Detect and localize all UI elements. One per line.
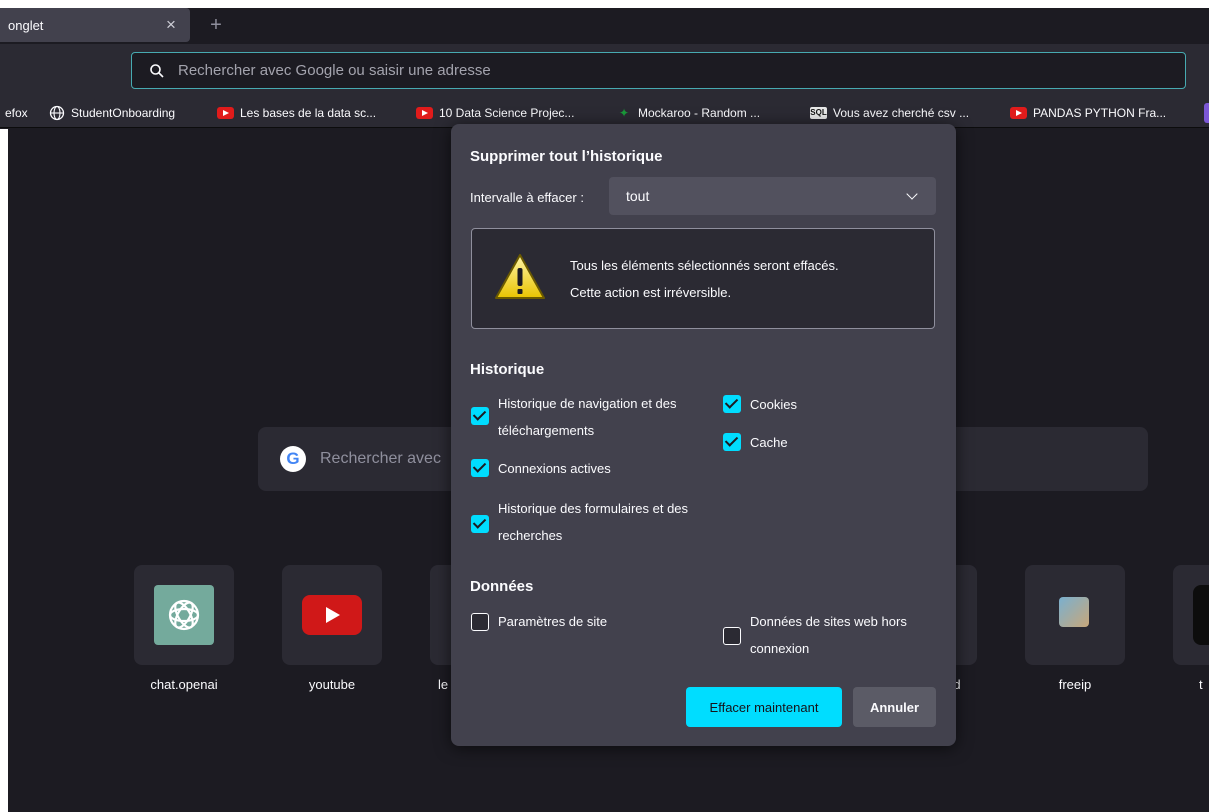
browsing-history-checkbox[interactable] bbox=[471, 407, 489, 425]
active-logins-checkbox[interactable] bbox=[471, 459, 489, 477]
google-icon: G bbox=[280, 446, 306, 472]
top-site-tile[interactable] bbox=[1025, 565, 1125, 665]
data-section-title: Données bbox=[470, 578, 534, 595]
bookmark-item[interactable]: SQL Vous avez cherché csv ... bbox=[810, 105, 969, 121]
newtab-search-placeholder: Rechercher avec bbox=[320, 450, 441, 467]
top-site-label: t bbox=[1199, 677, 1203, 692]
form-history-label-line2[interactable]: recherches bbox=[498, 522, 562, 549]
browsing-history-label[interactable]: Historique de navigation et des bbox=[498, 390, 677, 417]
bookmark-label: Mockaroo - Random ... bbox=[638, 106, 761, 120]
offline-data-checkbox[interactable] bbox=[723, 627, 741, 645]
url-bar[interactable]: Rechercher avec Google ou saisir une adr… bbox=[131, 52, 1186, 89]
bookmark-label: Vous avez cherché csv ... bbox=[833, 106, 970, 120]
window-top-edge bbox=[0, 0, 1209, 8]
warning-icon bbox=[494, 253, 546, 301]
time-range-label: Intervalle à effacer : bbox=[470, 190, 584, 205]
youtube-icon bbox=[217, 107, 234, 119]
chevron-down-icon bbox=[906, 188, 918, 200]
top-site-label: chat.openai bbox=[150, 677, 218, 692]
bookmark-item[interactable]: StudentOnboarding bbox=[49, 105, 175, 121]
top-site-tile[interactable] bbox=[282, 565, 382, 665]
clear-history-dialog: Supprimer tout l’historique Intervalle à… bbox=[451, 124, 956, 746]
google-letter: G bbox=[286, 449, 300, 468]
bookmark-folder-icon[interactable] bbox=[1204, 103, 1209, 123]
site-settings-checkbox[interactable] bbox=[471, 613, 489, 631]
window-left-edge bbox=[0, 129, 8, 812]
site-settings-label[interactable]: Paramètres de site bbox=[498, 608, 607, 635]
bookmark-item[interactable]: Les bases de la data sc... bbox=[217, 105, 376, 121]
sql-icon: SQL bbox=[810, 107, 827, 119]
form-history-checkbox[interactable] bbox=[471, 515, 489, 533]
freeip-icon bbox=[1059, 597, 1089, 627]
cookies-checkbox[interactable] bbox=[723, 395, 741, 413]
bookmark-label: PANDAS PYTHON Fra... bbox=[1033, 106, 1167, 120]
tab-title: onglet bbox=[8, 17, 44, 33]
bookmark-item[interactable]: efox bbox=[5, 105, 28, 121]
bookmark-label: efox bbox=[5, 106, 28, 120]
tab-bar: onglet × + bbox=[0, 8, 1209, 44]
globe-icon bbox=[49, 105, 65, 121]
bookmark-label: 10 Data Science Projec... bbox=[439, 106, 575, 120]
clear-now-button[interactable]: Effacer maintenant bbox=[686, 687, 842, 727]
close-icon[interactable]: × bbox=[162, 15, 180, 35]
top-site-tile[interactable] bbox=[1173, 565, 1209, 665]
offline-data-label[interactable]: Données de sites web hors bbox=[750, 608, 907, 635]
youtube-icon bbox=[1010, 107, 1027, 119]
time-range-value: tout bbox=[626, 188, 650, 204]
bookmark-item[interactable]: 10 Data Science Projec... bbox=[416, 105, 574, 121]
plus-icon[interactable]: + bbox=[207, 15, 225, 35]
mockaroo-icon: ✦ bbox=[618, 106, 630, 120]
history-section-title: Historique bbox=[470, 361, 545, 378]
bookmark-item[interactable]: PANDAS PYTHON Fra... bbox=[1010, 105, 1166, 121]
top-site-label: freeip bbox=[1058, 677, 1092, 692]
cookies-label[interactable]: Cookies bbox=[750, 391, 797, 418]
cache-checkbox[interactable] bbox=[723, 433, 741, 451]
warning-box: Tous les éléments sélectionnés seront ef… bbox=[471, 228, 935, 329]
search-icon bbox=[150, 63, 164, 78]
bookmark-label: Les bases de la data sc... bbox=[240, 106, 377, 120]
bookmark-label: StudentOnboarding bbox=[71, 106, 176, 120]
time-range-select[interactable]: tout bbox=[609, 177, 936, 215]
offline-data-label-line2[interactable]: connexion bbox=[750, 635, 809, 662]
openai-icon bbox=[154, 585, 214, 645]
navigation-toolbar: Rechercher avec Google ou saisir une adr… bbox=[0, 44, 1209, 98]
youtube-icon bbox=[302, 595, 362, 635]
bookmark-item[interactable]: ✦ Mockaroo - Random ... bbox=[616, 105, 760, 121]
cancel-button[interactable]: Annuler bbox=[853, 687, 936, 727]
browsing-history-label-line2[interactable]: téléchargements bbox=[498, 417, 594, 444]
warning-text-line1: Tous les éléments sélectionnés seront ef… bbox=[570, 258, 839, 273]
form-history-label[interactable]: Historique des formulaires et des bbox=[498, 495, 688, 522]
dark-app-icon bbox=[1193, 585, 1209, 645]
youtube-icon bbox=[416, 107, 433, 119]
tab-new-tab[interactable]: onglet × bbox=[0, 8, 190, 42]
active-logins-label[interactable]: Connexions actives bbox=[498, 455, 611, 482]
cache-label[interactable]: Cache bbox=[750, 429, 788, 456]
dialog-title: Supprimer tout l’historique bbox=[470, 148, 663, 165]
top-site-tile[interactable] bbox=[134, 565, 234, 665]
warning-text-line2: Cette action est irréversible. bbox=[570, 285, 732, 300]
url-bar-placeholder: Rechercher avec Google ou saisir une adr… bbox=[178, 62, 491, 79]
